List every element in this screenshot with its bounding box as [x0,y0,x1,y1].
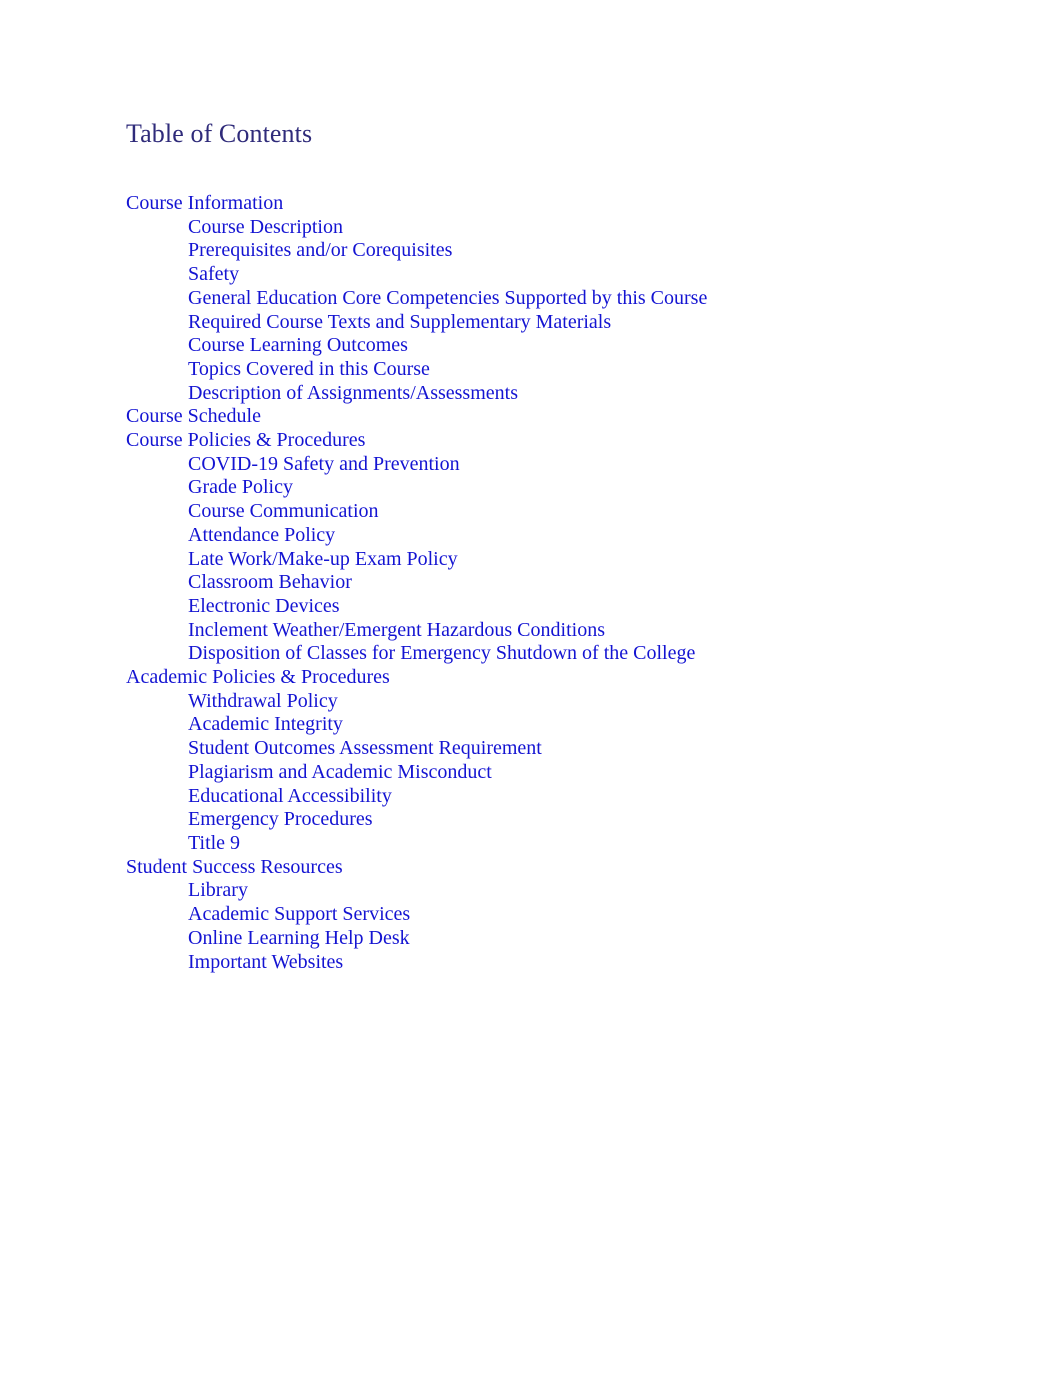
toc-entry-level-2[interactable]: Title 9 [188,832,956,856]
page-title: Table of Contents [126,119,313,148]
toc-entry-level-1[interactable]: Student Success Resources [126,856,956,880]
toc-entry-level-2[interactable]: Course Description [188,216,956,240]
toc-entry-level-2[interactable]: Description of Assignments/Assessments [188,382,956,406]
toc-entry-level-2[interactable]: Required Course Texts and Supplementary … [188,311,956,335]
toc-entry-level-2[interactable]: Classroom Behavior [188,571,956,595]
toc-entry-level-2[interactable]: Course Learning Outcomes [188,334,956,358]
toc-entry-level-2[interactable]: Important Websites [188,951,956,975]
document-body: Table of Contents Course Information Cour… [126,118,956,974]
toc-entry-level-2[interactable]: General Education Core Competencies Supp… [188,287,956,311]
toc-entry-level-2[interactable]: Online Learning Help Desk [188,927,956,951]
toc-entry-level-1[interactable]: Course Information [126,192,956,216]
toc-entry-level-2[interactable]: Grade Policy [188,476,956,500]
toc-entry-level-2[interactable]: Prerequisites and/or Corequisites [188,239,956,263]
toc-entry-level-2[interactable]: Academic Support Services [188,903,956,927]
toc-entry-level-2[interactable]: Disposition of Classes for Emergency Shu… [188,642,956,666]
toc-entry-level-2[interactable]: Safety [188,263,956,287]
toc-entry-level-2[interactable]: Plagiarism and Academic Misconduct [188,761,956,785]
toc-entry-level-2[interactable]: Library [188,879,956,903]
toc-entry-level-2[interactable]: Academic Integrity [188,713,956,737]
toc-entry-level-2[interactable]: Topics Covered in this Course [188,358,956,382]
toc-entry-level-2[interactable]: Inclement Weather/Emergent Hazardous Con… [188,619,956,643]
toc-entry-level-2[interactable]: Electronic Devices [188,595,956,619]
toc-entry-level-2[interactable]: Student Outcomes Assessment Requirement [188,737,956,761]
toc-entry-level-2[interactable]: Emergency Procedures [188,808,956,832]
toc-entry-level-2[interactable]: Late Work/Make-up Exam Policy [188,548,956,572]
table-of-contents-list: Course Information Course Description Prer… [126,192,956,974]
toc-entry-level-2[interactable]: Withdrawal Policy [188,690,956,714]
toc-entry-level-1[interactable]: Course Policies & Procedures [126,429,956,453]
toc-entry-level-1[interactable]: Academic Policies & Procedures [126,666,956,690]
toc-entry-level-2[interactable]: Course Communication [188,500,956,524]
toc-entry-level-1[interactable]: Course Schedule [126,405,956,429]
toc-entry-level-2[interactable]: Attendance Policy [188,524,956,548]
toc-entry-level-2[interactable]: COVID-19 Safety and Prevention [188,453,956,477]
toc-entry-level-2[interactable]: Educational Accessibility [188,785,956,809]
document-page: Table of Contents Course Information Cour… [0,0,1062,1376]
